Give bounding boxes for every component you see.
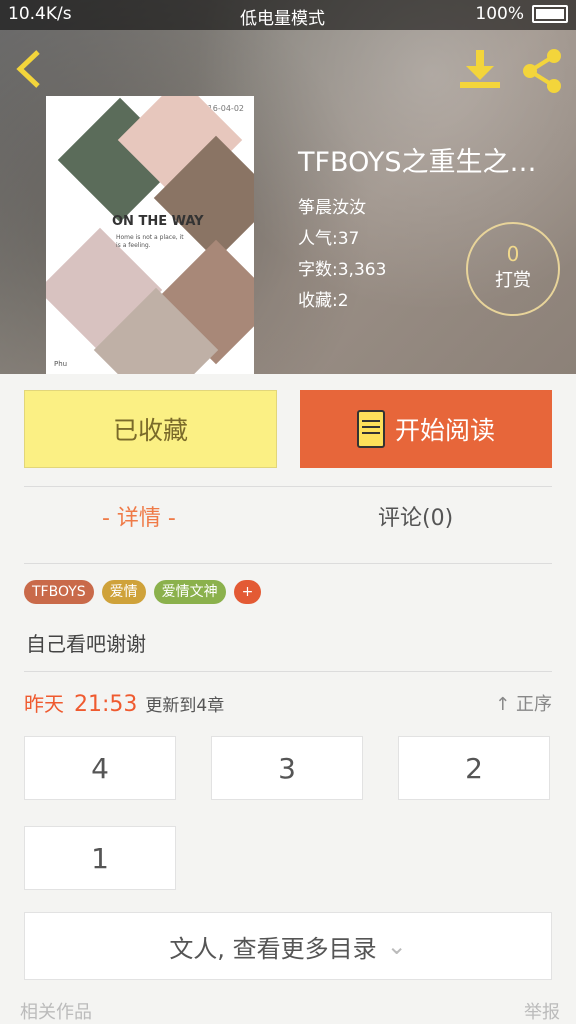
share-button[interactable] bbox=[520, 48, 566, 98]
book-description: 自己看吧谢谢 bbox=[26, 632, 146, 656]
start-reading-button[interactable]: 开始阅读 bbox=[300, 390, 552, 468]
reward-label: 打赏 bbox=[495, 270, 531, 291]
chapter-button[interactable]: 1 bbox=[24, 826, 176, 890]
tag-romance[interactable]: 爱情 bbox=[101, 580, 146, 604]
collect-button[interactable]: 已收藏 bbox=[24, 390, 277, 468]
tab-comment[interactable]: 评论(0) bbox=[378, 500, 453, 532]
sort-order-button[interactable]: ↑ 正序 bbox=[495, 690, 552, 716]
bottom-section: 相关作品 举报 bbox=[0, 998, 576, 1024]
share-icon bbox=[523, 49, 561, 93]
update-day: 昨天 bbox=[24, 692, 64, 716]
add-tag-button[interactable]: + bbox=[233, 580, 262, 604]
back-arrow-icon bbox=[16, 50, 40, 88]
battery-percent: 100% bbox=[475, 4, 524, 24]
tag-tfboys[interactable]: TFBOYS bbox=[24, 580, 94, 604]
chapter-button[interactable]: 2 bbox=[398, 736, 550, 800]
download-button[interactable] bbox=[458, 48, 502, 94]
book-icon bbox=[356, 410, 385, 448]
book-cover: 2016-04-02 ON THE WAY Home is not a plac… bbox=[46, 96, 254, 374]
divider bbox=[24, 563, 552, 564]
tag-list: TFBOYS 爱情 爱情文神 + bbox=[24, 580, 262, 604]
reward-count: 0 bbox=[506, 242, 520, 266]
divider bbox=[24, 671, 552, 672]
status-bar: 10.4K/s 低电量模式 100% bbox=[0, 0, 576, 30]
book-header: 10.4K/s 低电量模式 100% 2016-04-02 ON THE WAY… bbox=[0, 0, 576, 374]
reward-button[interactable]: 0 打赏 bbox=[466, 222, 560, 316]
related-works-label: 相关作品 bbox=[20, 1002, 92, 1023]
update-text: 更新到4章 bbox=[145, 696, 225, 716]
update-info: 昨天 21:53 更新到4章 bbox=[24, 688, 224, 717]
battery-icon bbox=[532, 5, 568, 23]
download-icon bbox=[460, 50, 500, 88]
more-chapters-label: 文人, 查看更多目录 bbox=[169, 934, 377, 963]
sort-order-label: 正序 bbox=[516, 694, 552, 715]
network-speed: 10.4K/s bbox=[8, 4, 72, 24]
chapter-button[interactable]: 3 bbox=[211, 736, 363, 800]
cover-credit: Phu bbox=[54, 360, 68, 368]
chapter-button[interactable]: 4 bbox=[24, 736, 176, 800]
book-title: TFBOYS之重生之… bbox=[298, 147, 537, 178]
report-button[interactable]: 举报 bbox=[524, 998, 560, 1024]
battery-mode: 低电量模式 bbox=[240, 9, 325, 29]
cover-title: ON THE WAY bbox=[112, 214, 204, 229]
book-author[interactable]: 筝晨汝汝 bbox=[298, 193, 536, 224]
cover-subtitle: Home is not a place, it is a feeling. bbox=[116, 234, 184, 249]
more-chapters-button[interactable]: 文人, 查看更多目录 ⌄ bbox=[24, 912, 552, 980]
back-button[interactable] bbox=[14, 48, 46, 94]
start-reading-label: 开始阅读 bbox=[394, 416, 495, 445]
update-time: 21:53 bbox=[74, 692, 138, 717]
tab-detail[interactable]: - 详情 - bbox=[102, 500, 176, 532]
tag-romance-goddess[interactable]: 爱情文神 bbox=[153, 580, 226, 604]
chevron-down-icon: ⌄ bbox=[386, 932, 407, 960]
collect-label: 已收藏 bbox=[112, 416, 188, 445]
arrow-up-icon: ↑ bbox=[495, 694, 511, 715]
divider bbox=[24, 486, 552, 487]
